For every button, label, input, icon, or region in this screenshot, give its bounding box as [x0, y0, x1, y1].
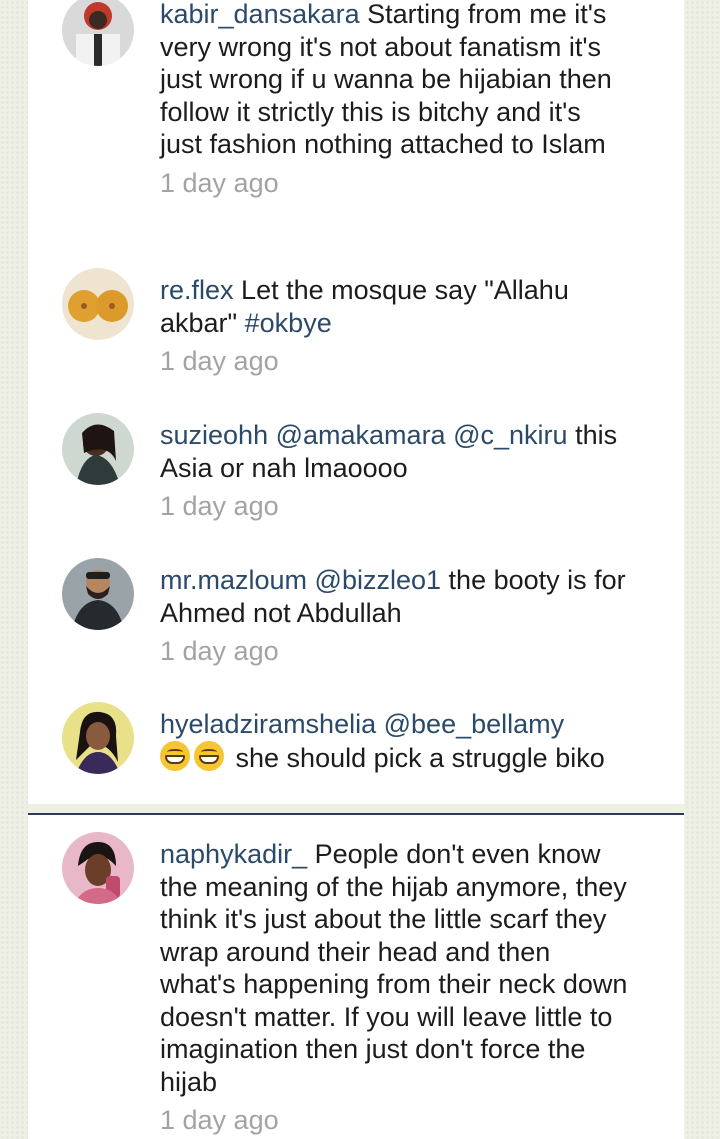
comment-body: suzieohh @amakamara @c_nkiru this Asia o…	[160, 419, 630, 522]
comment-body: re.flex Let the mosque say "Allahu akbar…	[160, 274, 630, 377]
comment-username[interactable]: kabir_dansakara	[160, 0, 360, 29]
comment-mention[interactable]: @c_nkiru	[453, 420, 567, 450]
comment-hashtag[interactable]: #okbye	[245, 308, 332, 338]
comment-body: kabir_dansakara Starting from me it's ve…	[160, 0, 630, 199]
comment-username[interactable]: suzieohh	[160, 420, 268, 450]
comment-text: she should pick a struggle biko	[235, 742, 605, 773]
comment-body: naphykadir_ People don't even know the m…	[160, 838, 630, 1136]
comment-mention[interactable]: @bizzleo1	[315, 565, 441, 595]
user-avatar-icon[interactable]	[62, 413, 134, 485]
comment-timestamp: 1 day ago	[160, 636, 279, 666]
grinning-face-emoji	[160, 740, 190, 771]
user-avatar-icon[interactable]	[62, 268, 134, 340]
comment-timestamp: 1 day ago	[160, 1105, 279, 1135]
comment-username[interactable]: naphykadir_	[160, 839, 307, 869]
comment-username[interactable]: hyeladziramshelia	[160, 709, 376, 739]
user-avatar-icon[interactable]	[62, 702, 134, 774]
comment-body: hyeladziramshelia @bee_bellamy she shoul…	[160, 708, 630, 774]
comment-timestamp: 1 day ago	[160, 491, 279, 521]
comment-timestamp: 1 day ago	[160, 346, 279, 376]
comment-text: People don't even know the meaning of th…	[160, 839, 628, 1097]
comment-username[interactable]: mr.mazloum	[160, 565, 307, 595]
user-avatar-icon[interactable]	[62, 558, 134, 630]
comment-timestamp: 1 day ago	[160, 167, 279, 198]
comment-mention[interactable]: @bee_bellamy	[384, 709, 565, 739]
comment-username[interactable]: re.flex	[160, 275, 234, 305]
comment-body: mr.mazloum @bizzleo1 the booty is for Ah…	[160, 564, 630, 667]
user-avatar-icon[interactable]	[62, 832, 134, 904]
grinning-face-emoji	[194, 740, 224, 771]
comment-mention[interactable]: @amakamara	[276, 420, 446, 450]
